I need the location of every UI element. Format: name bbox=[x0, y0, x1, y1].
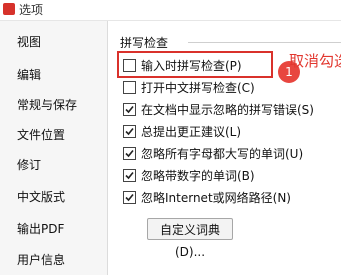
annotation-highlight-box bbox=[117, 51, 273, 78]
title-bar: 选项 bbox=[0, 0, 341, 21]
checkmark-icon bbox=[125, 149, 134, 158]
sidebar-item-revisions[interactable]: 修订 bbox=[17, 156, 41, 173]
checkbox[interactable] bbox=[123, 147, 136, 160]
checkmark-icon bbox=[125, 105, 134, 114]
checkbox[interactable] bbox=[123, 125, 136, 138]
sidebar-item-view[interactable]: 视图 bbox=[17, 33, 41, 50]
option-label: 打开中文拼写检查(C) bbox=[141, 81, 255, 95]
custom-dictionary-button[interactable]: 自定义词典(D)... bbox=[147, 218, 233, 259]
group-divider bbox=[188, 42, 341, 43]
app-icon bbox=[3, 3, 15, 15]
checkbox[interactable] bbox=[123, 169, 136, 182]
checkmark-icon bbox=[125, 171, 134, 180]
option-label: 总提出更正建议(L) bbox=[141, 125, 242, 139]
checkbox[interactable] bbox=[123, 81, 136, 94]
sidebar-item-edit[interactable]: 编辑 bbox=[17, 66, 41, 83]
annotation-callout: 取消勾选 bbox=[289, 52, 341, 70]
option-label: 忽略所有字母都大写的单词(U) bbox=[141, 147, 304, 161]
checkbox[interactable] bbox=[123, 191, 136, 204]
option-label: 忽略带数字的单词(B) bbox=[141, 169, 255, 183]
checkbox[interactable] bbox=[123, 103, 136, 116]
sidebar-item-chinese-layout[interactable]: 中文版式 bbox=[17, 188, 65, 205]
sidebar-item-export-pdf[interactable]: 输出PDF bbox=[17, 220, 64, 237]
sidebar-item-user-info[interactable]: 用户信息 bbox=[17, 251, 65, 268]
option-label: 忽略Internet或网络路径(N) bbox=[141, 191, 291, 205]
window-title: 选项 bbox=[19, 3, 44, 17]
sidebar-item-general-save[interactable]: 常规与保存 bbox=[17, 96, 77, 113]
sidebar: 视图 编辑 常规与保存 文件位置 修订 中文版式 输出PDF 用户信息 bbox=[0, 21, 108, 275]
checkmark-icon bbox=[125, 127, 134, 136]
option-label: 在文档中显示忽略的拼写错误(S) bbox=[141, 103, 314, 117]
sidebar-item-file-locations[interactable]: 文件位置 bbox=[17, 126, 65, 143]
checkmark-icon bbox=[125, 193, 134, 202]
spelling-group-title: 拼写检查 bbox=[120, 36, 169, 50]
